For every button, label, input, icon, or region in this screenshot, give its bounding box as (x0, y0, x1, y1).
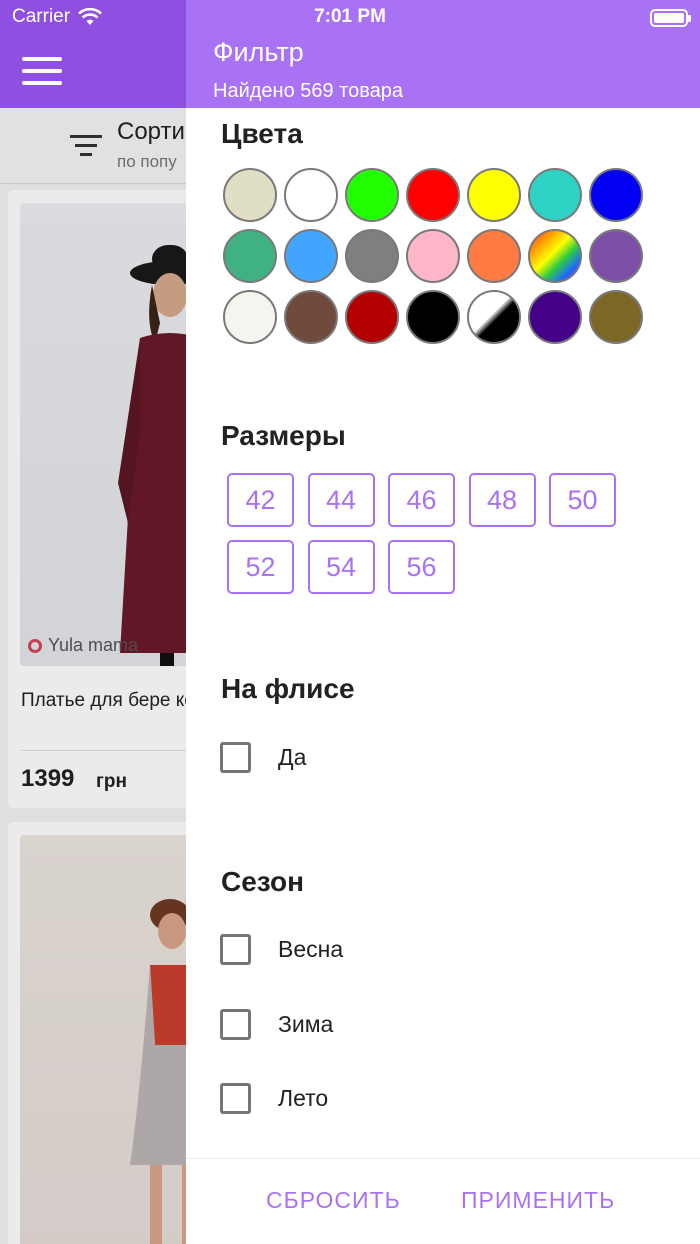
size-chip[interactable]: 44 (307, 473, 375, 527)
checkbox[interactable] (220, 933, 251, 965)
menu-icon[interactable] (22, 57, 62, 85)
color-swatch[interactable] (528, 229, 582, 283)
color-swatch[interactable] (406, 290, 460, 344)
color-swatch[interactable] (589, 168, 643, 222)
apply-button[interactable]: ПРИМЕНИТЬ (461, 1187, 615, 1214)
color-swatch[interactable] (406, 168, 460, 222)
color-swatch[interactable] (284, 229, 338, 283)
size-chip[interactable]: 56 (388, 540, 455, 594)
filter-footer: СБРОСИТЬ ПРИМЕНИТЬ (186, 1158, 700, 1244)
scrim[interactable] (0, 108, 186, 1244)
checkbox-label: Зима (278, 1011, 334, 1037)
color-swatch[interactable] (223, 290, 277, 344)
size-chip[interactable]: 48 (468, 473, 536, 527)
battery-icon (650, 9, 691, 27)
size-chip[interactable]: 46 (388, 473, 455, 527)
checkbox[interactable] (220, 741, 251, 773)
checkbox[interactable] (220, 1008, 251, 1040)
found-count: Найдено 569 товара (213, 80, 404, 102)
season-title: Сезон (221, 866, 305, 897)
size-chip[interactable]: 50 (549, 473, 616, 527)
color-swatch[interactable] (345, 168, 399, 222)
size-chip[interactable]: 52 (227, 540, 294, 594)
sizes-title: Размеры (221, 420, 346, 451)
season-option-summer[interactable]: Лето (220, 1082, 328, 1114)
color-swatch[interactable] (284, 168, 338, 222)
fleece-option-yes[interactable]: Да (220, 741, 306, 773)
checkbox-label: Весна (278, 936, 344, 962)
color-swatch[interactable] (223, 168, 277, 222)
color-swatch[interactable] (528, 168, 582, 222)
color-swatch[interactable] (589, 290, 643, 344)
color-swatch[interactable] (345, 229, 399, 283)
status-time: 7:01 PM (314, 6, 386, 27)
color-swatch[interactable] (406, 229, 460, 283)
color-swatch[interactable] (467, 229, 521, 283)
size-chip[interactable]: 42 (227, 473, 294, 527)
colors-title: Цвета (221, 118, 303, 149)
filter-title: Фильтр (213, 37, 304, 67)
checkbox-label: Лето (278, 1085, 329, 1111)
color-swatch[interactable] (467, 168, 521, 222)
season-option-spring[interactable]: Весна (220, 933, 343, 965)
fleece-title: На флисе (221, 673, 355, 704)
size-chip[interactable]: 54 (307, 540, 375, 594)
color-swatch[interactable] (467, 290, 521, 344)
color-swatch[interactable] (528, 290, 582, 344)
color-swatch[interactable] (223, 229, 277, 283)
color-swatch[interactable] (345, 290, 399, 344)
color-swatch[interactable] (284, 290, 338, 344)
checkbox-label: Да (278, 744, 307, 770)
filter-drawer: Фильтр Найдено 569 товара Цвета Размеры … (186, 0, 700, 1244)
checkbox[interactable] (220, 1082, 251, 1114)
reset-button[interactable]: СБРОСИТЬ (266, 1187, 401, 1214)
season-option-winter[interactable]: Зима (220, 1008, 333, 1040)
color-swatch[interactable] (589, 229, 643, 283)
